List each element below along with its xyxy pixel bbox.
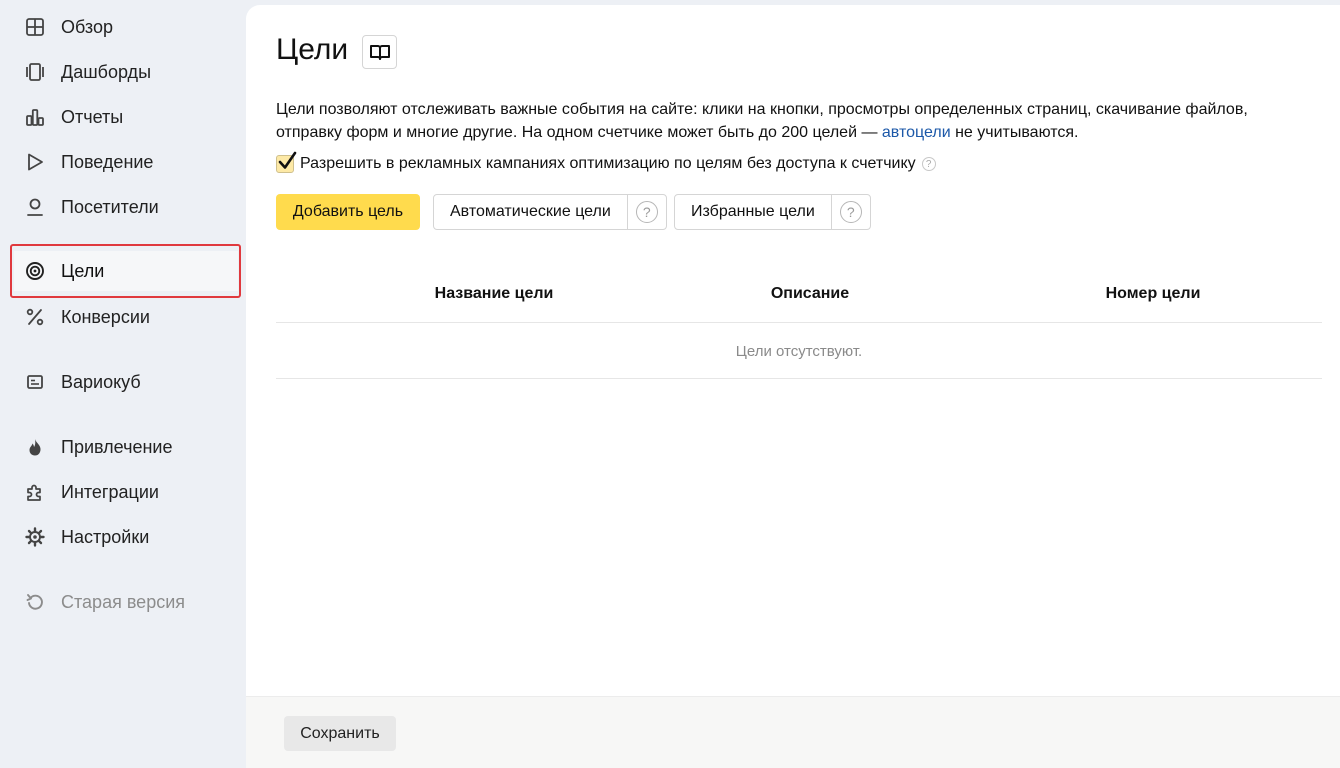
ad-optimization-checkbox[interactable] bbox=[276, 151, 297, 173]
bar-chart-icon bbox=[24, 106, 46, 128]
sidebar-item-conversions[interactable]: Конверсии bbox=[14, 297, 238, 337]
book-icon bbox=[369, 43, 391, 61]
favorite-goals-button[interactable]: Избранные цели bbox=[675, 195, 832, 229]
sidebar-item-settings[interactable]: Настройки bbox=[14, 517, 238, 557]
column-header-description[interactable]: Описание bbox=[771, 285, 849, 303]
sidebar-item-label: Настройки bbox=[61, 526, 150, 547]
checkmark-icon bbox=[278, 151, 297, 169]
sidebar-item-goals[interactable]: Цели bbox=[14, 251, 238, 291]
sidebar-item-label: Интеграции bbox=[61, 481, 159, 502]
sidebar-item-label: Поведение bbox=[61, 151, 154, 172]
column-header-goal-name[interactable]: Название цели bbox=[435, 285, 554, 303]
sidebar-item-label: Старая версия bbox=[61, 591, 186, 612]
sidebar-item-integrations[interactable]: Интеграции bbox=[14, 472, 238, 512]
play-icon bbox=[24, 151, 46, 173]
sidebar-item-label: Привлечение bbox=[61, 436, 173, 457]
sidebar-item-visitors[interactable]: Посетители bbox=[14, 187, 238, 227]
add-goal-button[interactable]: Добавить цель bbox=[276, 194, 420, 230]
sidebar-item-reports[interactable]: Отчеты bbox=[14, 97, 238, 137]
goals-table-empty-state: Цели отсутствуют. bbox=[276, 324, 1322, 379]
undo-icon bbox=[24, 591, 46, 613]
help-icon[interactable]: ? bbox=[921, 157, 936, 171]
favorite-goals-help-button[interactable]: ? bbox=[832, 195, 870, 229]
puzzle-icon bbox=[24, 481, 46, 503]
sidebar-item-dashboards[interactable]: Дашборды bbox=[14, 52, 238, 92]
sidebar-item-behavior[interactable]: Поведение bbox=[14, 142, 238, 182]
sidebar-item-overview[interactable]: Обзор bbox=[14, 7, 238, 47]
auto-goals-button[interactable]: Автоматические цели bbox=[434, 195, 628, 229]
autogoals-link[interactable]: автоцели bbox=[882, 124, 951, 141]
sidebar-item-label: Обзор bbox=[61, 16, 113, 37]
sidebar-item-label: Посетители bbox=[61, 196, 159, 217]
description-text: Цели позволяют отслеживать важные событи… bbox=[276, 101, 1248, 141]
description-text-end: не учитываются. bbox=[950, 124, 1079, 141]
sidebar-item-acquisition[interactable]: Привлечение bbox=[14, 427, 238, 467]
sidebar-item-old-version[interactable]: Старая версия bbox=[14, 582, 238, 622]
sidebar-item-label: Цели bbox=[61, 260, 105, 281]
help-docs-button[interactable] bbox=[362, 35, 397, 69]
auto-goals-group: Автоматические цели ? bbox=[433, 194, 667, 230]
sidebar: Обзор Дашборды Отчеты Поведение Посетите… bbox=[0, 0, 246, 768]
goals-table-header: Название цели Описание Номер цели bbox=[276, 275, 1322, 323]
gear-icon bbox=[24, 526, 46, 548]
page-title: Цели bbox=[276, 33, 349, 66]
save-button[interactable]: Сохранить bbox=[284, 716, 396, 751]
grid-icon bbox=[24, 16, 46, 38]
target-icon bbox=[24, 260, 46, 282]
sidebar-item-variocube[interactable]: Вариокуб bbox=[14, 362, 238, 402]
table-icon bbox=[24, 371, 46, 393]
ad-optimization-label[interactable]: Разрешить в рекламных кампаниях оптимиза… bbox=[300, 155, 916, 173]
footer-bar: Сохранить bbox=[246, 696, 1340, 768]
sidebar-item-label: Отчеты bbox=[61, 106, 124, 127]
fire-icon bbox=[24, 436, 46, 458]
help-icon: ? bbox=[839, 201, 862, 223]
goals-description: Цели позволяют отслеживать важные событи… bbox=[276, 98, 1286, 144]
percent-icon bbox=[24, 306, 46, 328]
person-icon bbox=[24, 196, 46, 218]
sidebar-item-label: Вариокуб bbox=[61, 371, 141, 392]
favorite-goals-group: Избранные цели ? bbox=[674, 194, 871, 230]
help-icon: ? bbox=[635, 201, 658, 223]
sidebar-item-label: Конверсии bbox=[61, 306, 150, 327]
auto-goals-help-button[interactable]: ? bbox=[628, 195, 666, 229]
main-panel: Цели Цели позволяют отслеживать важные с… bbox=[246, 5, 1340, 768]
sidebar-item-label: Дашборды bbox=[61, 61, 151, 82]
dashboards-icon bbox=[24, 61, 46, 83]
ad-optimization-option: Разрешить в рекламных кампаниях оптимиза… bbox=[276, 151, 936, 173]
column-header-goal-number[interactable]: Номер цели bbox=[1106, 285, 1201, 303]
